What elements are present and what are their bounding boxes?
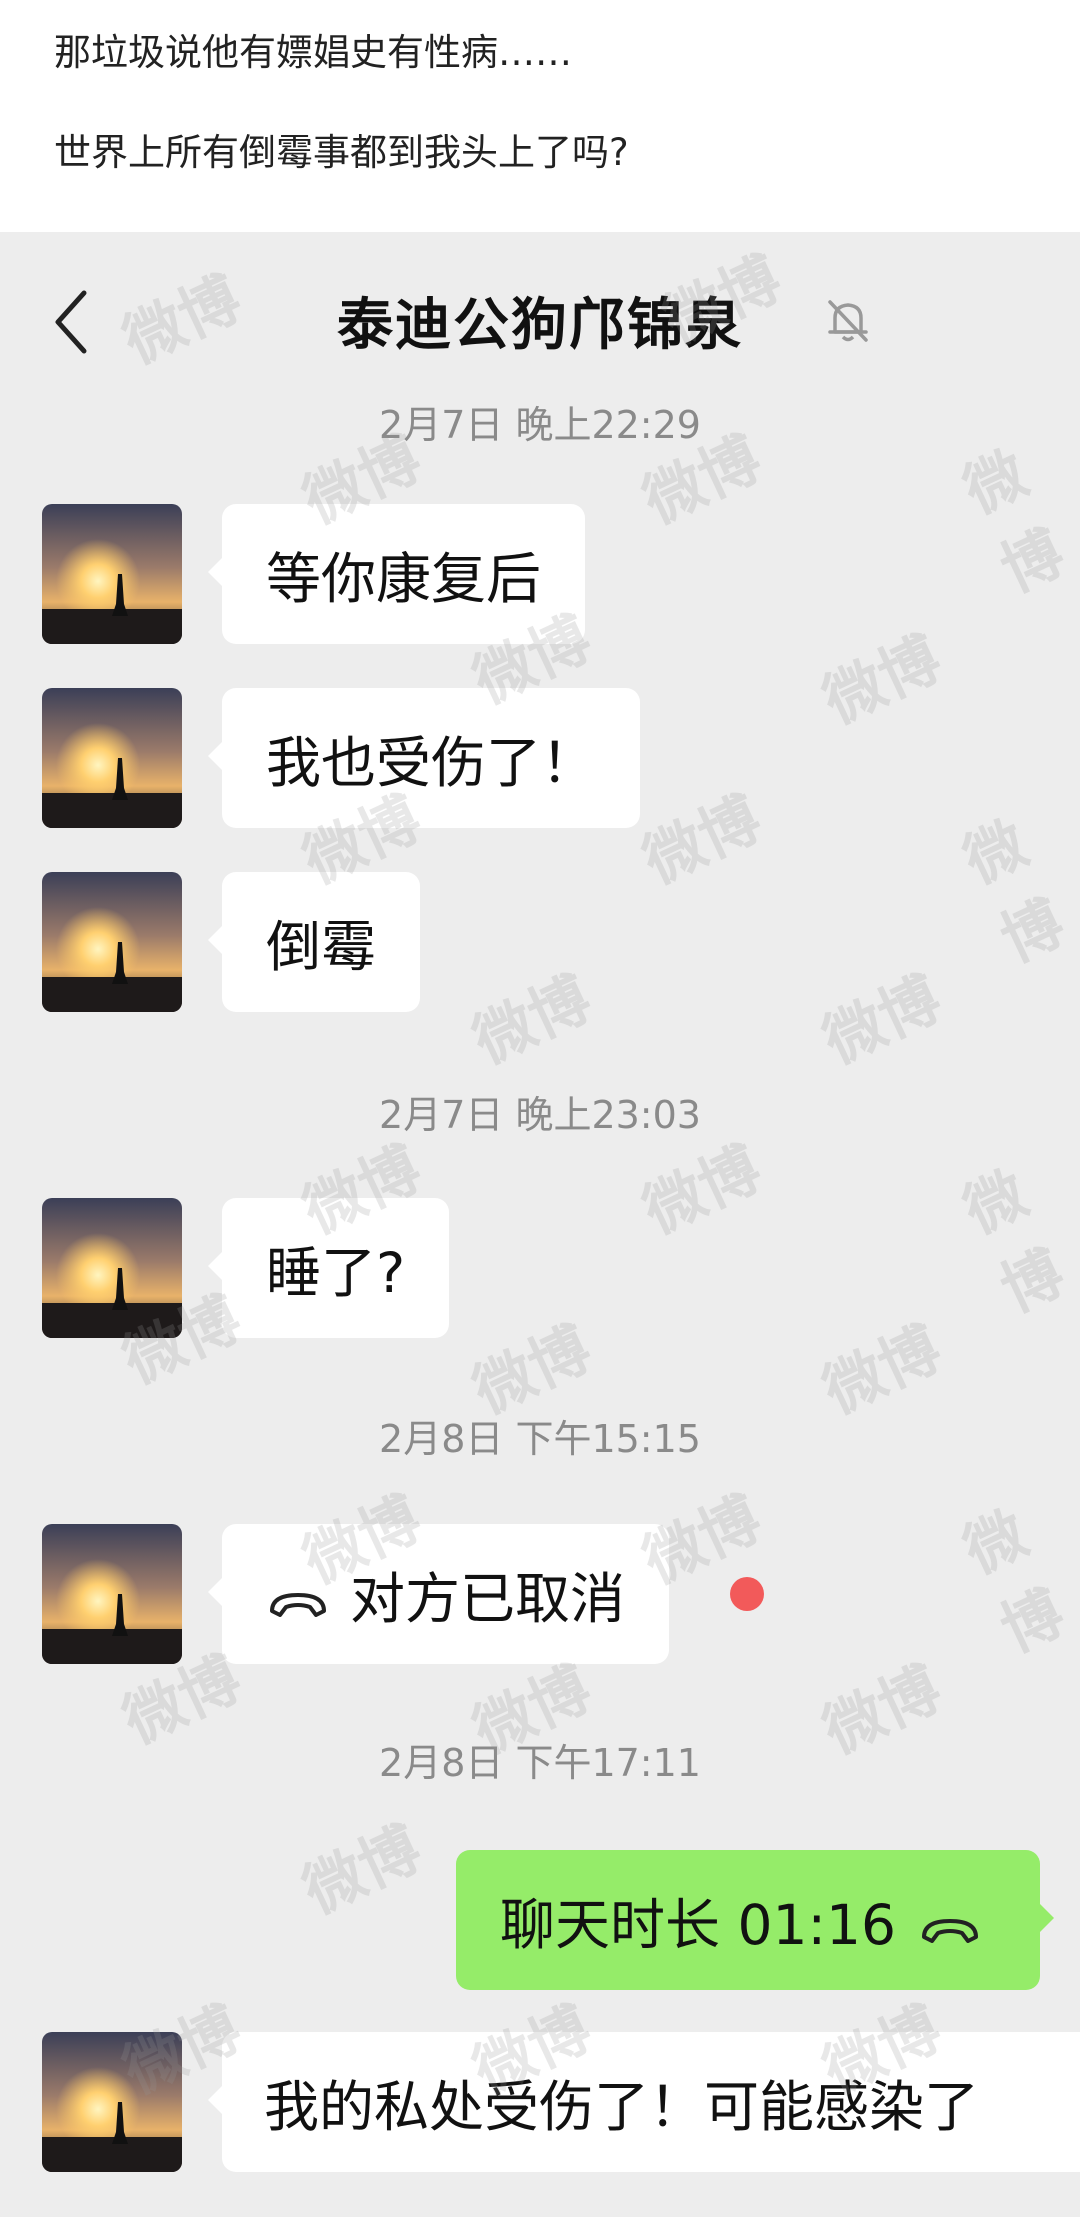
message-text: 倒霉 [266,915,377,979]
message-timestamp: 2月7日 晚上22:29 [379,403,701,447]
avatar[interactable] [42,688,182,828]
avatar[interactable] [42,504,182,644]
message-timestamp: 2月7日 晚上23:03 [379,1093,701,1137]
post-line-1: 那垃圾说他有嫖娼史有性病…… [54,31,572,74]
received-message-bubble[interactable]: 等你康复后 [207,504,586,644]
message-timestamp: 2月8日 下午17:11 [379,1741,701,1785]
message-text: 我也受伤了！ [266,731,597,795]
chat-screenshot: 泰迪公狗邝锦泉 2月7日 晚上22:29 等你康复后 我也受伤了！ 倒霉 2月7… [0,232,1080,2217]
bell-muted-icon [822,294,874,346]
call-duration-text: 聊天时长 01:16 [500,1893,896,1957]
watermark: 微博 [953,1498,1075,1667]
watermark: 微博 [813,623,952,738]
received-message-bubble[interactable]: 我也受伤了！ [207,688,641,828]
watermark: 微博 [463,963,602,1078]
received-message-bubble[interactable]: 我的私处受伤了！可能感染了 [208,2032,1080,2172]
watermark: 微博 [633,783,772,898]
watermark: 微博 [293,1813,432,1928]
unread-indicator [730,1577,764,1611]
phone-hangup-icon [266,1574,330,1617]
watermark: 微博 [813,963,952,1078]
received-message-bubble[interactable]: 睡了? [207,1198,450,1338]
message-text: 等你康复后 [266,547,542,611]
post-text-area: 那垃圾说他有嫖娼史有性病…… 世界上所有倒霉事都到我头上了吗? [0,0,1080,232]
watermark: 微博 [633,1133,772,1248]
call-status-text: 对方已取消 [350,1567,626,1631]
chat-header: 泰迪公狗邝锦泉 [0,232,1080,402]
post-line-2: 世界上所有倒霉事都到我头上了吗? [54,131,629,174]
avatar[interactable] [42,1524,182,1664]
watermark: 微博 [953,808,1075,977]
avatar[interactable] [42,2032,182,2172]
avatar[interactable] [42,872,182,1012]
phone-hangup-icon [918,1900,982,1943]
received-message-bubble[interactable]: 倒霉 [207,872,421,1012]
avatar[interactable] [42,1198,182,1338]
sent-call-record-bubble[interactable]: 聊天时长 01:16 [456,1850,1054,1990]
call-record-bubble[interactable]: 对方已取消 [207,1524,670,1664]
chat-title: 泰迪公狗邝锦泉 [337,293,743,358]
watermark: 微博 [953,1158,1075,1327]
message-timestamp: 2月8日 下午15:15 [379,1417,701,1461]
message-text: 我的私处受伤了！可能感染了 [264,2075,980,2139]
message-text: 睡了? [266,1241,406,1305]
